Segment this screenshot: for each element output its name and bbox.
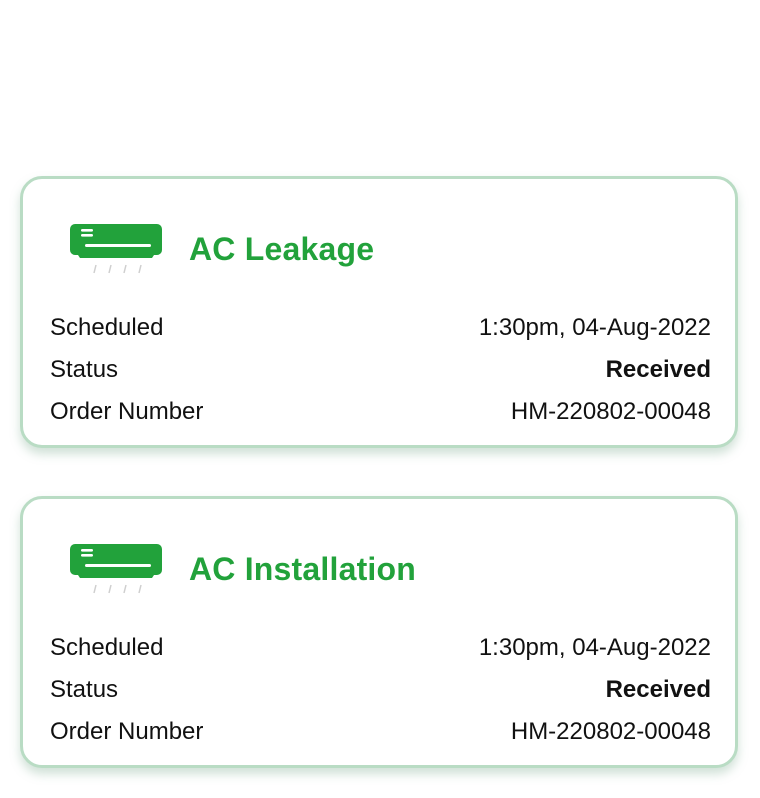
scheduled-row: Scheduled 1:30pm, 04-Aug-2022 <box>50 307 711 349</box>
order-number-value: HM-220802-00048 <box>510 398 711 425</box>
scheduled-label: Scheduled <box>50 634 164 661</box>
status-label: Status <box>50 676 119 703</box>
scheduled-label: Scheduled <box>50 314 164 341</box>
air-conditioner-icon <box>70 224 162 274</box>
status-value: Received <box>605 356 711 383</box>
scheduled-value: 1:30pm, 04-Aug-2022 <box>478 314 711 341</box>
order-title: AC Installation <box>189 550 417 587</box>
order-card-header: AC Leakage <box>69 219 374 279</box>
status-label: Status <box>50 356 119 383</box>
order-details: Scheduled 1:30pm, 04-Aug-2022 Status Rec… <box>50 307 711 433</box>
order-number-label: Order Number <box>50 398 204 425</box>
order-card[interactable]: AC Installation Scheduled 1:30pm, 04-Aug… <box>20 496 738 768</box>
scheduled-row: Scheduled 1:30pm, 04-Aug-2022 <box>50 627 711 669</box>
status-value: Received <box>605 676 711 703</box>
order-number-row: Order Number HM-220802-00048 <box>50 711 711 753</box>
status-row: Status Received <box>50 669 711 711</box>
order-card[interactable]: AC Leakage Scheduled 1:30pm, 04-Aug-2022… <box>20 176 738 448</box>
order-card-header: AC Installation <box>69 539 416 599</box>
order-number-label: Order Number <box>50 718 204 745</box>
scheduled-value: 1:30pm, 04-Aug-2022 <box>478 634 711 661</box>
status-row: Status Received <box>50 349 711 391</box>
air-conditioner-icon <box>70 544 162 594</box>
order-number-row: Order Number HM-220802-00048 <box>50 391 711 433</box>
order-number-value: HM-220802-00048 <box>510 718 711 745</box>
order-details: Scheduled 1:30pm, 04-Aug-2022 Status Rec… <box>50 627 711 753</box>
order-title: AC Leakage <box>189 230 375 267</box>
